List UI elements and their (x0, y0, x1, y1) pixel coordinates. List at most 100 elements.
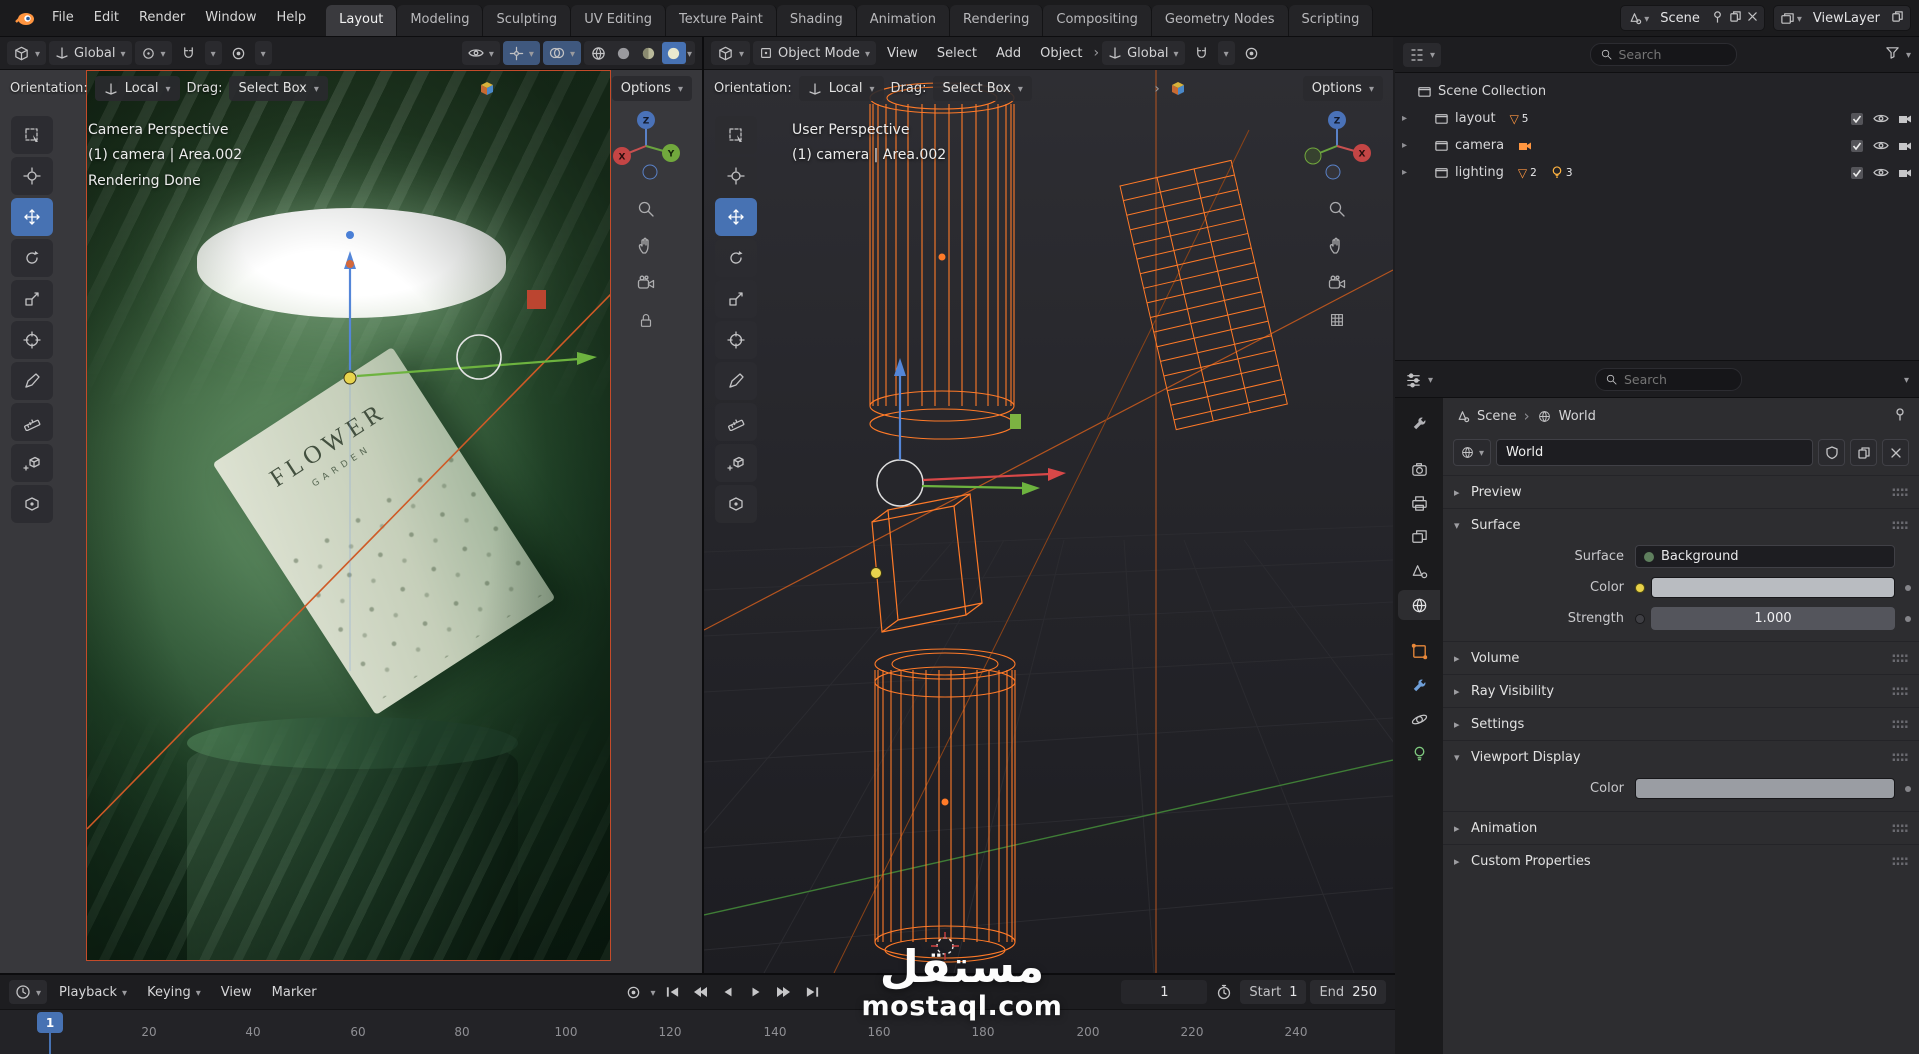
tab-modifier-properties[interactable] (1398, 670, 1440, 700)
panel-grip-icon[interactable] (1891, 821, 1908, 836)
camera-render-region[interactable]: FLOWER GARDEN (86, 70, 611, 961)
snapping-dropdown[interactable] (204, 41, 222, 65)
panel-grip-icon[interactable] (1891, 854, 1908, 869)
tab-sculpting[interactable]: Sculpting (483, 5, 572, 36)
shading-solid-button[interactable] (612, 42, 636, 64)
tab-physics-properties[interactable] (1398, 704, 1440, 734)
viewport-rendered[interactable]: Global (0, 37, 704, 973)
tab-tool-properties[interactable] (1398, 408, 1440, 438)
measure-tool[interactable] (715, 403, 757, 441)
camera-toggle-icon[interactable] (1898, 167, 1912, 179)
snapping-dropdown[interactable] (1217, 41, 1235, 65)
tab-scripting[interactable]: Scripting (1288, 5, 1374, 36)
chevron-down-icon[interactable] (1906, 47, 1911, 62)
eye-icon[interactable] (1873, 139, 1889, 152)
overlays-dropdown[interactable] (542, 41, 581, 65)
use-preview-range-toggle[interactable] (1211, 982, 1236, 1003)
play-reverse-button[interactable] (716, 982, 741, 1003)
shading-rendered-button[interactable] (661, 42, 686, 64)
transform-orientation-dropdown[interactable]: Global (1102, 41, 1185, 65)
close-icon[interactable] (1747, 11, 1758, 26)
panel-preview[interactable]: ▸ Preview (1443, 475, 1919, 508)
auto-keying-toggle[interactable] (621, 982, 646, 1003)
collection-name[interactable]: lighting (1449, 165, 1504, 180)
overflow-chevron-icon[interactable] (1154, 81, 1160, 97)
animate-dot-icon[interactable] (1905, 785, 1911, 792)
tab-layout[interactable]: Layout (326, 5, 398, 36)
jump-to-end-button[interactable] (800, 982, 825, 1003)
camera-view-icon[interactable] (1325, 271, 1349, 295)
scale-tool[interactable] (715, 280, 757, 318)
navigation-gizmo[interactable]: Z X Y (608, 108, 684, 184)
animate-dot-icon[interactable] (1905, 615, 1911, 622)
chevron-down-icon[interactable] (1904, 372, 1909, 387)
pan-hand-icon[interactable] (1325, 234, 1349, 258)
object-visibility-dropdown[interactable] (461, 41, 500, 65)
gizmo-cube-icon[interactable] (478, 80, 496, 98)
outliner-display-mode[interactable] (1403, 42, 1442, 67)
tab-modeling[interactable]: Modeling (397, 5, 484, 36)
pivot-point-dropdown[interactable] (134, 41, 172, 65)
fake-user-shield-icon[interactable] (1818, 439, 1845, 466)
menu-select[interactable]: Select (929, 41, 985, 65)
unlink-x-icon[interactable] (1882, 439, 1909, 466)
cursor-tool[interactable] (11, 157, 53, 195)
snap-toggle[interactable] (1188, 41, 1215, 65)
play-button[interactable] (744, 982, 769, 1003)
panel-ray-visibility[interactable]: ▸ Ray Visibility (1443, 674, 1919, 707)
editor-type-selector[interactable] (711, 41, 751, 65)
current-frame-field[interactable]: 1 (1121, 980, 1208, 1004)
outliner-row-lighting[interactable]: ▸ lighting ▽ 2 3 (1395, 159, 1919, 186)
outliner-row-camera[interactable]: ▸ camera (1395, 132, 1919, 159)
proportional-editing-toggle[interactable] (1238, 41, 1265, 65)
orientation-dropdown[interactable]: Local (94, 76, 180, 101)
navigation-gizmo[interactable]: Z X (1299, 108, 1375, 184)
menu-keying[interactable]: Keying (139, 985, 209, 1000)
scale-tool[interactable] (11, 280, 53, 318)
outliner-row-scene-collection[interactable]: Scene Collection (1395, 78, 1919, 105)
jump-prev-keyframe-button[interactable] (688, 982, 713, 1003)
playhead[interactable]: 1 (37, 1012, 63, 1033)
viewport-canvas[interactable]: FLOWER GARDEN (0, 70, 702, 973)
tab-output-properties[interactable] (1398, 488, 1440, 518)
menu-render[interactable]: Render (129, 0, 195, 36)
menu-window[interactable]: Window (195, 0, 266, 36)
extra-tool[interactable] (11, 485, 53, 523)
menu-add[interactable]: Add (988, 41, 1029, 65)
pin-icon[interactable] (1893, 407, 1907, 425)
pan-hand-icon[interactable] (634, 234, 658, 258)
duplicate-scene-icon[interactable] (1729, 10, 1742, 27)
color-swatch[interactable] (1651, 577, 1895, 598)
menu-edit[interactable]: Edit (84, 0, 129, 36)
move-tool[interactable] (11, 198, 53, 236)
move-tool[interactable] (715, 198, 757, 236)
jump-next-keyframe-button[interactable] (772, 982, 797, 1003)
panel-custom-properties[interactable]: ▸ Custom Properties (1443, 844, 1919, 877)
shading-wireframe-button[interactable] (587, 42, 611, 64)
shading-material-button[interactable] (637, 42, 661, 64)
disclosure-icon[interactable]: ▸ (1402, 140, 1417, 151)
menu-marker[interactable]: Marker (264, 985, 325, 1000)
annotate-tool[interactable] (715, 362, 757, 400)
rotate-tool[interactable] (715, 239, 757, 277)
camera-view-icon[interactable] (634, 271, 658, 295)
chevron-down-icon[interactable] (1428, 372, 1433, 387)
collection-name[interactable]: Scene Collection (1432, 84, 1546, 99)
outliner-search-input[interactable] (1618, 47, 1727, 62)
properties-editor-icon[interactable] (1405, 371, 1422, 388)
filter-icon[interactable] (1885, 45, 1900, 64)
camera-toggle-icon[interactable] (1898, 140, 1912, 152)
chevron-down-icon[interactable] (650, 985, 655, 1000)
tab-world-properties[interactable] (1398, 590, 1440, 620)
select-box-tool[interactable] (11, 116, 53, 154)
gizmos-dropdown[interactable] (502, 41, 540, 65)
blender-logo-icon[interactable] (8, 6, 42, 30)
collection-name[interactable]: camera (1449, 138, 1504, 153)
checkbox-icon[interactable] (1850, 139, 1864, 153)
animate-dot-icon[interactable] (1905, 584, 1911, 591)
checkbox-icon[interactable] (1850, 166, 1864, 180)
panel-grip-icon[interactable] (1891, 518, 1908, 533)
zoom-icon[interactable] (1325, 197, 1349, 221)
select-box-tool[interactable] (715, 116, 757, 154)
breadcrumb-world[interactable]: World (1559, 409, 1596, 424)
